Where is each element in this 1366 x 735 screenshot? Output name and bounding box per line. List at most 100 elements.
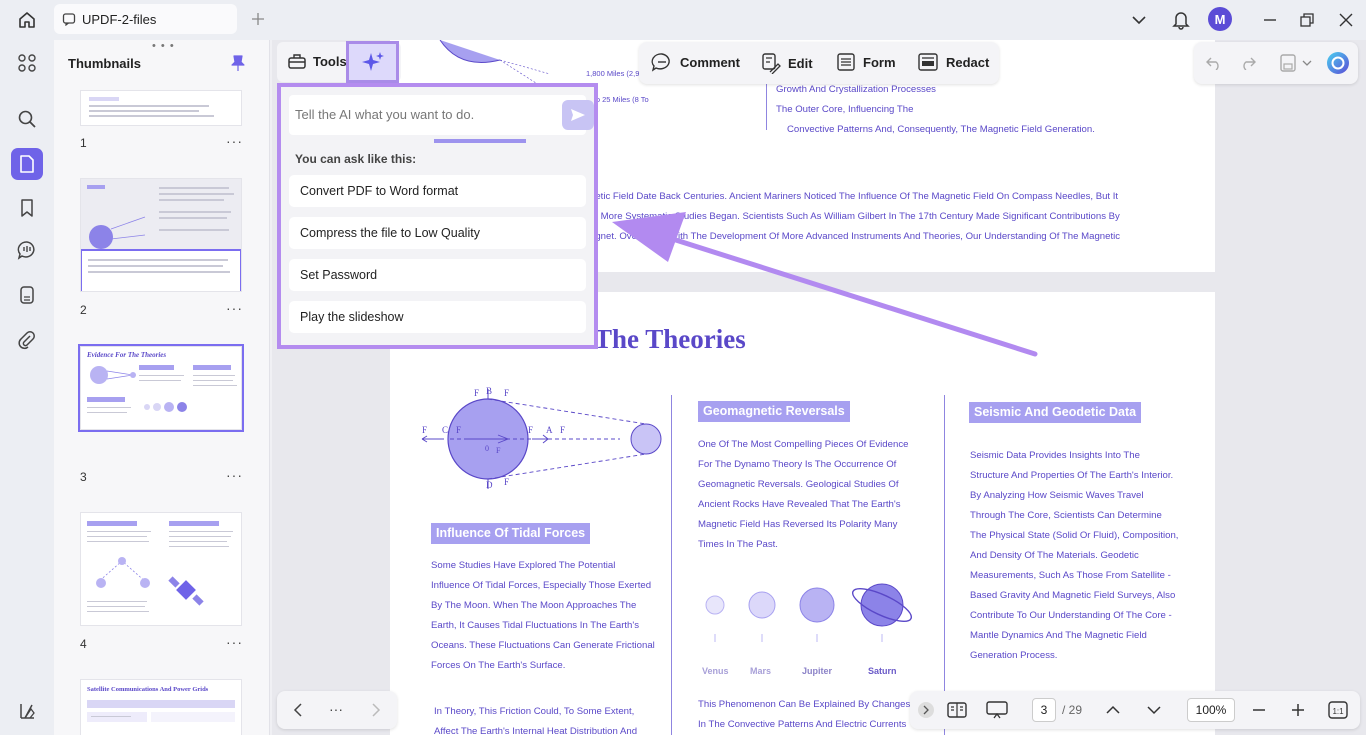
page-navigation-bar: 3 / 29 100% 1:1 [910,691,1360,729]
restore-icon[interactable] [1295,6,1319,34]
attachment-file-icon[interactable] [11,279,43,311]
minimize-icon[interactable] [1258,6,1282,34]
page-text-line: at More Systematic Studies Began. Scient… [590,211,1120,222]
force-label: F [504,388,509,398]
force-label: F [456,425,461,435]
collapse-toolbar-icon[interactable] [918,702,934,718]
actual-size-icon[interactable]: 1:1 [1327,700,1349,720]
document-tab-title: UPDF-2-files [82,11,157,27]
page-thumbnail[interactable] [80,512,242,626]
zoom-out-icon[interactable] [1250,701,1268,719]
apps-grid-icon[interactable] [11,47,43,79]
tools-button[interactable]: Tools [287,52,347,70]
ai-suggestion-item[interactable]: Convert PDF to Word format [289,175,586,207]
thumbnail-more-button[interactable]: ··· [226,467,243,483]
more-options-button[interactable]: ··· [325,699,347,719]
page-thumbnail[interactable] [80,90,242,126]
history-toolbar [1194,42,1358,84]
close-icon[interactable] [1334,6,1358,34]
current-page-input[interactable]: 3 [1032,698,1056,722]
comment-mode-button[interactable]: Comment [651,52,740,72]
page-text-line: agnet. Over Time, With The Development O… [590,231,1121,242]
section-title-seismic: Seismic And Geodetic Data [969,402,1142,423]
chevron-right-icon[interactable] [367,701,385,719]
section-title-geomagnetic: Geomagnetic Reversals [698,401,850,422]
pdf-page-3: Evidence For The Theories F B F C F F F … [390,292,1215,735]
thumbnails-page-icon[interactable] [11,148,43,180]
pin-icon[interactable] [230,54,246,77]
force-label: F [496,446,501,455]
page-heading: The Theories [594,324,746,354]
zoom-level-input[interactable]: 100% [1187,698,1235,722]
toolbox-icon [288,54,306,69]
previous-page-icon[interactable] [1104,701,1122,719]
form-icon [837,53,855,71]
thumbnail-more-button[interactable]: ··· [226,634,243,650]
ai-suggestion-item[interactable]: Play the slideshow [289,301,586,333]
comment-icon [651,53,670,72]
avatar[interactable]: M [1208,7,1232,31]
layers-icon[interactable] [11,695,43,727]
thumbnail-page-number: 2 [80,303,87,317]
force-label: F [474,388,479,398]
panel-drag-handle[interactable]: • • • [152,40,175,52]
page-thumbnail[interactable] [80,178,242,292]
mode-toolbar: Comment Edit Form Redact [639,42,999,84]
ai-input-indicator [434,139,526,143]
thumbnail-page-number: 4 [80,637,87,651]
redo-icon[interactable] [1238,53,1258,73]
save-dropdown-icon[interactable] [1300,55,1314,71]
section-body-tidal: Some Studies Have Explored The Potential… [431,560,655,671]
page-text-line: netic Field Date Back Centuries. Ancient… [590,191,1119,202]
force-label: 0 [485,444,489,453]
thumbnail-page-number: 3 [80,470,87,484]
comments-list-icon[interactable] [11,234,43,266]
page-layout-icon[interactable] [946,700,968,720]
bell-icon[interactable] [1169,6,1193,34]
sparkle-icon [361,52,384,71]
updf-ai-logo-icon[interactable] [1326,51,1350,75]
ai-suggestion-item[interactable]: Set Password [289,259,586,291]
zoom-in-icon[interactable] [1289,701,1307,719]
edit-mode-button[interactable]: Edit [761,52,813,74]
force-label: F [560,425,565,435]
thumbnail-title: Evidence For The Theories [87,351,167,359]
ai-prompt-popup: You can ask like this: Convert PDF to Wo… [277,83,598,349]
section-body-geomagnetic: One Of The Most Compelling Pieces Of Evi… [698,439,909,550]
section-body-tidal-2: In Theory, This Friction Could, To Some … [434,706,638,735]
ai-assistant-button[interactable] [346,41,399,83]
ai-prompt-input[interactable] [295,103,545,125]
document-tab[interactable]: UPDF-2-files [54,4,237,34]
page-thumbnail[interactable]: Satellite Communications And Power Grids [80,679,242,735]
thumbnail-more-button[interactable]: ··· [226,133,243,149]
redact-mode-button[interactable]: Redact [917,52,989,72]
edit-icon [762,53,781,74]
force-label: C [442,425,448,435]
next-page-icon[interactable] [1145,701,1163,719]
thumbnails-panel: • • • Thumbnails 1 ··· 2 ··· Evidence Fo… [54,40,270,735]
chevron-down-icon[interactable] [1128,6,1150,34]
undo-icon[interactable] [1204,53,1224,73]
thumbnail-more-button[interactable]: ··· [226,300,243,316]
presentation-icon[interactable] [986,700,1008,720]
form-mode-button[interactable]: Form [836,52,896,72]
force-label: D [486,480,493,490]
document-tab-icon [62,13,76,26]
thumbnail-title: Satellite Communications And Power Grids [87,686,209,693]
page-thumbnail-active[interactable]: Evidence For The Theories [78,344,244,432]
save-icon[interactable] [1278,53,1298,73]
ai-suggestion-item[interactable]: Compress the file to Low Quality [289,217,586,249]
add-tab-icon[interactable] [248,9,268,29]
planet-label-mars: Mars [750,666,772,676]
send-button[interactable] [562,100,594,130]
bookmark-icon[interactable] [11,192,43,224]
force-label: A [546,425,553,435]
search-icon[interactable] [11,103,43,135]
planet-label-saturn: Saturn [868,666,897,676]
chevron-left-icon[interactable] [289,701,307,719]
home-icon[interactable] [14,8,40,32]
paperclip-icon[interactable] [11,324,43,356]
planet-label-venus: Venus [702,666,729,676]
tools-label: Tools [313,53,347,69]
force-label: F [422,425,427,435]
